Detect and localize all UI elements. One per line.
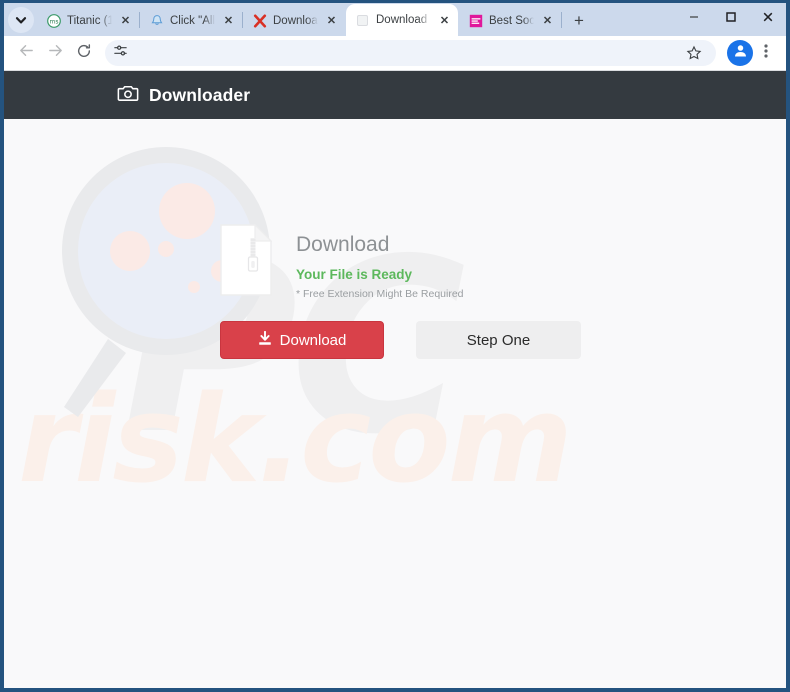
file-ready-status: Your File is Ready	[296, 267, 413, 283]
blank-page-icon	[355, 13, 370, 28]
tab-download-ready-active[interactable]: Download Re ✕	[346, 4, 458, 36]
browser-toolbar	[4, 36, 786, 71]
tab-click-allow[interactable]: Click "Allow" ✕	[140, 5, 242, 36]
blue-bell-icon	[149, 13, 164, 28]
tab-download-cleaner[interactable]: Download cle ✕	[243, 5, 345, 36]
user-avatar-icon	[732, 42, 749, 64]
chevron-down-icon	[15, 14, 27, 26]
tab-title: Best Social C	[489, 14, 534, 27]
new-tab-button[interactable]: +	[566, 7, 592, 33]
three-dot-menu-icon	[764, 43, 768, 64]
download-card-top: Download Your File is Ready * Free Exten…	[220, 223, 600, 301]
download-card: Download Your File is Ready * Free Exten…	[220, 223, 600, 359]
tab-strip: ms Titanic (1997 ✕ Click "Allow" ✕	[4, 3, 786, 36]
download-arrow-icon	[258, 330, 272, 350]
reload-button[interactable]	[70, 39, 98, 67]
tab-title: Download Re	[376, 14, 431, 26]
imdb-green-circle-icon: ms	[46, 13, 61, 28]
profile-avatar-button[interactable]	[727, 40, 753, 66]
tab-best-social[interactable]: Best Social C ✕	[459, 5, 561, 36]
forward-button[interactable]	[41, 39, 69, 67]
arrow-right-icon	[47, 42, 64, 64]
download-card-text: Download Your File is Ready * Free Exten…	[296, 224, 464, 300]
camera-icon	[117, 84, 139, 107]
tab-titanic[interactable]: ms Titanic (1997 ✕	[37, 5, 139, 36]
reload-icon	[76, 43, 92, 64]
tab-separator	[561, 12, 562, 28]
chrome-menu-button[interactable]	[754, 39, 778, 67]
page-viewport: Downloader PC risk.com Download Your Fil…	[4, 71, 786, 688]
address-bar[interactable]	[105, 40, 716, 66]
bookmark-star-icon[interactable]	[682, 41, 706, 65]
tune-sliders-icon[interactable]	[113, 43, 128, 63]
window-controls	[675, 3, 786, 36]
tab-search-button[interactable]	[8, 7, 34, 33]
tab-close-button[interactable]: ✕	[540, 13, 555, 28]
arrow-left-icon	[18, 42, 35, 64]
tab-close-button[interactable]: ✕	[221, 13, 236, 28]
tab-title: Click "Allow"	[170, 14, 215, 27]
site-header: Downloader	[4, 71, 786, 119]
back-button[interactable]	[12, 39, 40, 67]
tab-close-button[interactable]: ✕	[118, 13, 133, 28]
download-heading: Download	[296, 233, 390, 256]
site-brand-title: Downloader	[149, 84, 251, 105]
red-x-icon	[252, 13, 267, 28]
close-button[interactable]	[749, 3, 786, 31]
tab-title: Titanic (1997	[67, 14, 112, 27]
tab-close-button[interactable]: ✕	[437, 13, 452, 28]
tab-close-button[interactable]: ✕	[324, 13, 339, 28]
maximize-button[interactable]	[712, 3, 749, 31]
zip-file-icon	[220, 223, 273, 301]
step-one-button-label: Step One	[466, 331, 531, 349]
page-content: PC risk.com Download Your File is Ready …	[4, 119, 786, 688]
button-row: Download Step One	[220, 321, 600, 359]
download-button[interactable]: Download	[220, 321, 384, 359]
tab-title: Download cle	[273, 14, 318, 27]
download-button-label: Download	[279, 331, 347, 349]
step-one-button[interactable]: Step One	[416, 321, 581, 359]
browser-window: ms Titanic (1997 ✕ Click "Allow" ✕	[0, 0, 790, 692]
svg-text:ms: ms	[49, 18, 58, 25]
tab-list: ms Titanic (1997 ✕ Click "Allow" ✕	[37, 3, 675, 36]
magenta-square-icon	[468, 13, 483, 28]
minimize-button[interactable]	[675, 3, 712, 31]
extension-note: * Free Extension Might Be Required	[296, 288, 464, 301]
